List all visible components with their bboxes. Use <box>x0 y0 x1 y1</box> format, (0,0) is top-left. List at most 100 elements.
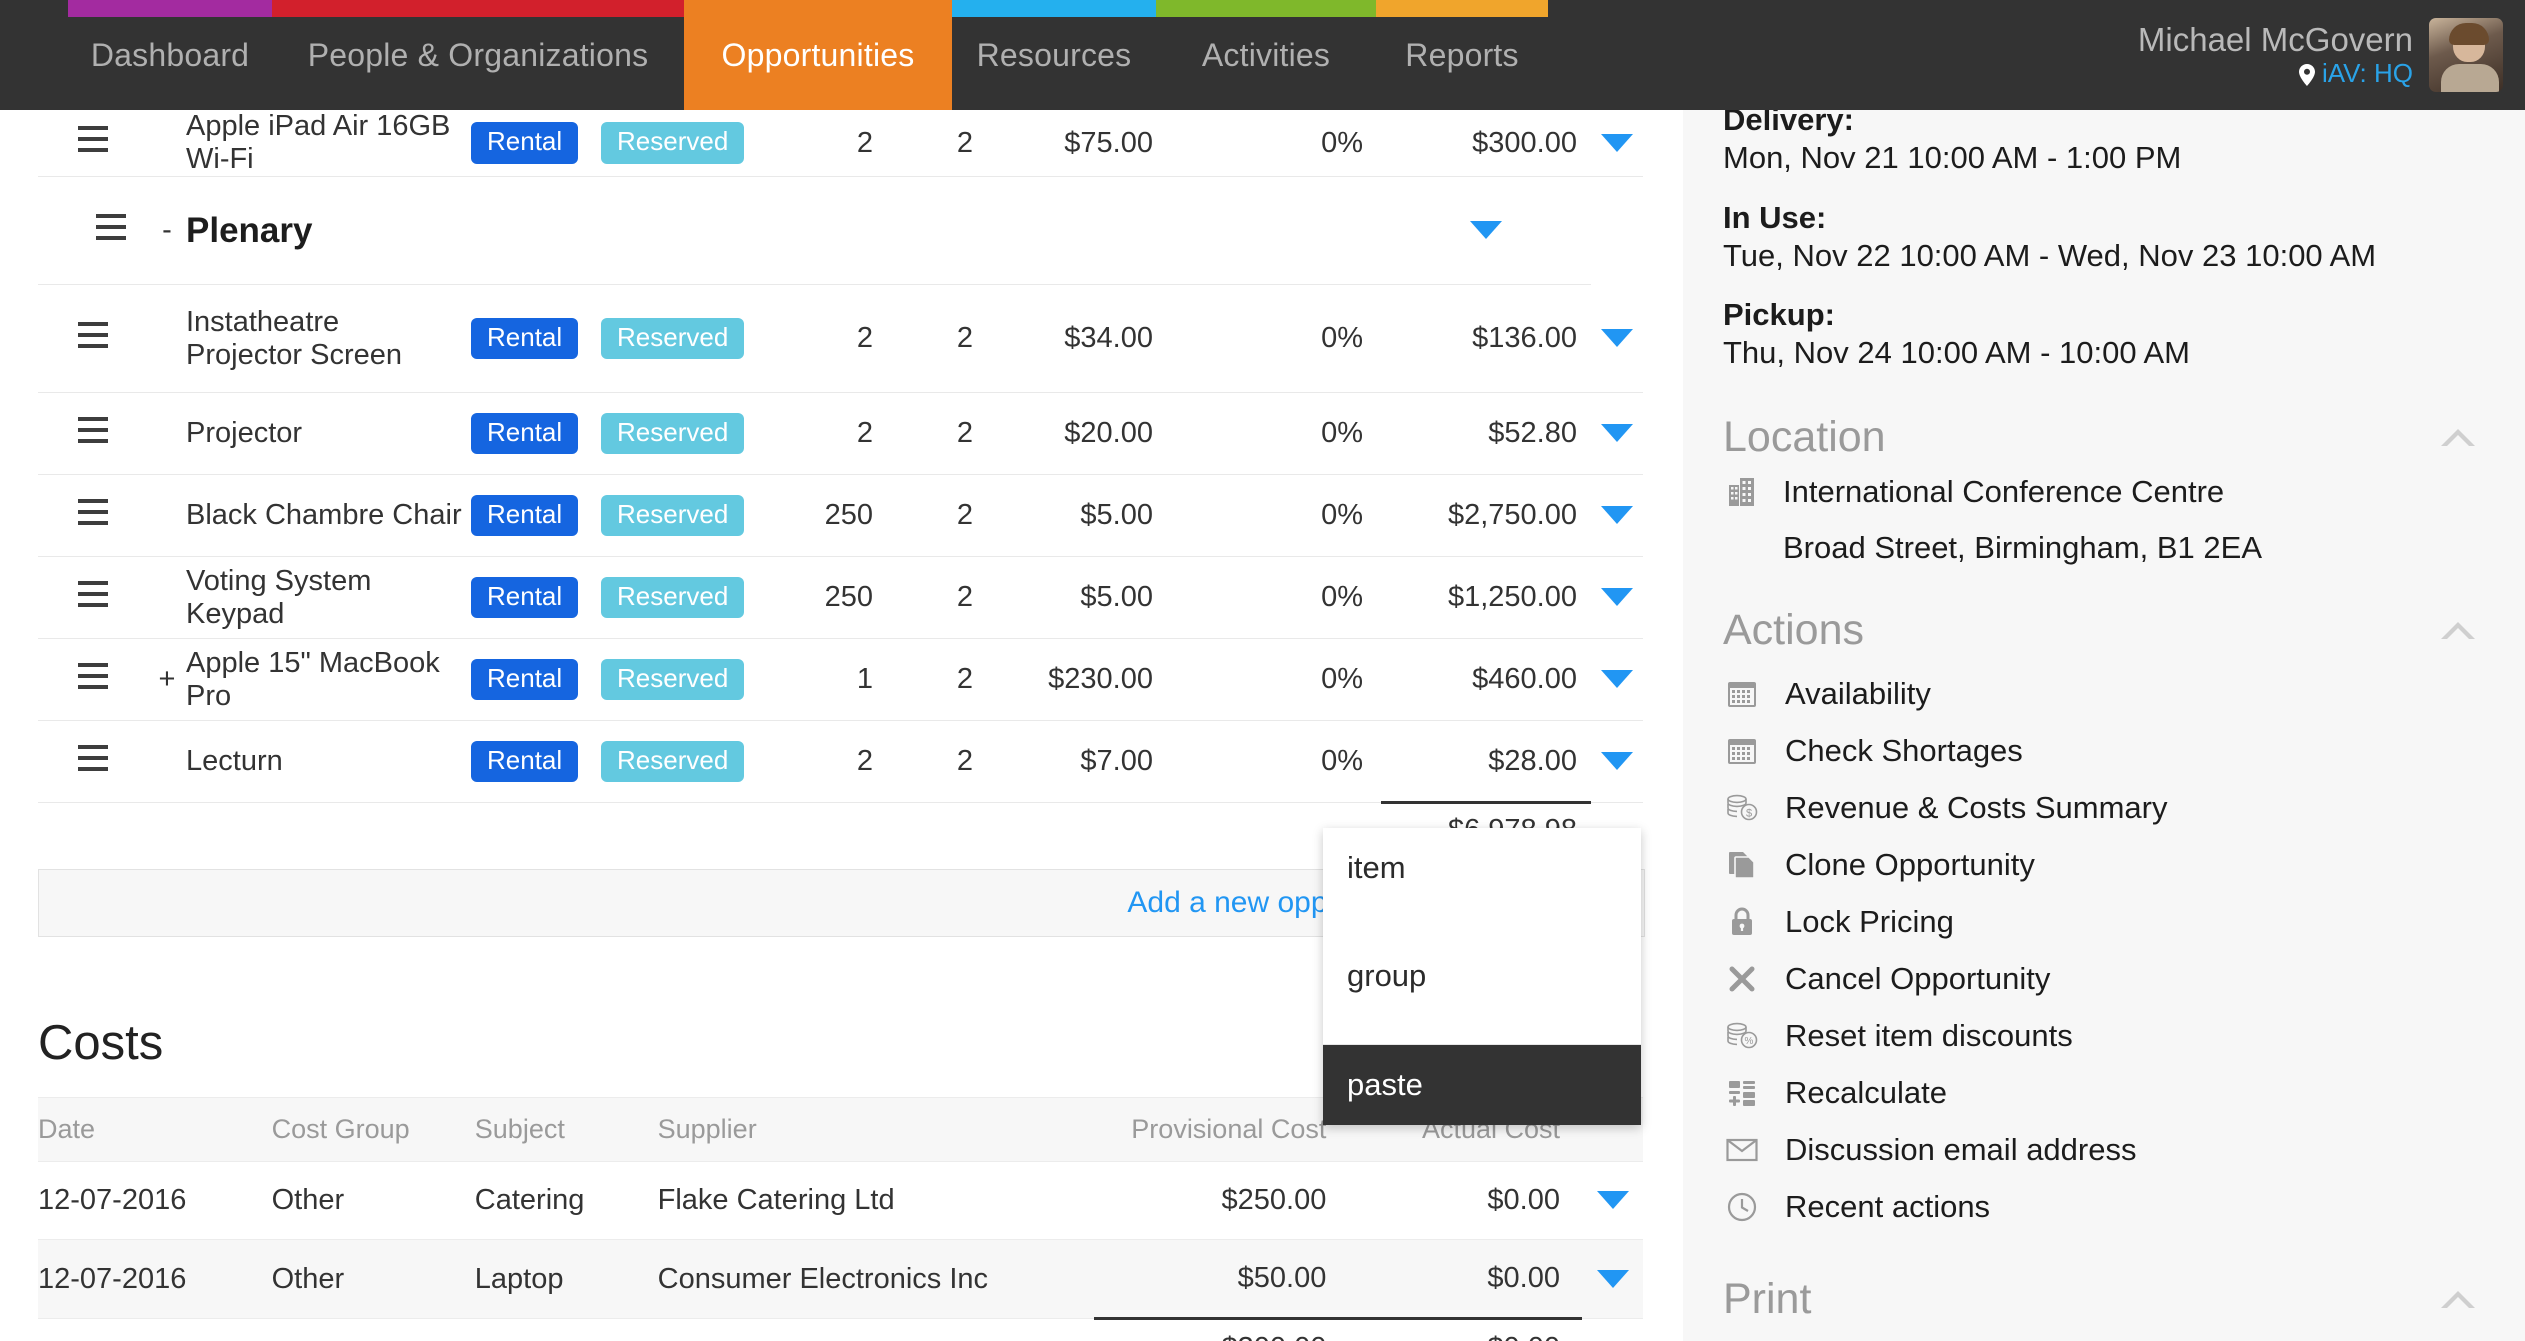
item-type-badge: Rental <box>471 317 579 360</box>
location-section-header[interactable]: Location <box>1723 413 2525 462</box>
action-item-cancel-opportunity[interactable]: Cancel Opportunity <box>1723 950 2525 1007</box>
row-menu-button[interactable] <box>1591 638 1643 721</box>
opportunity-item-row[interactable]: Voting System Keypad Rental Reserved 250 2 $5… <box>38 556 1643 639</box>
chevron-up-icon[interactable] <box>2441 1291 2475 1315</box>
item-name: Projector <box>186 392 471 475</box>
detail-sidebar: Delivery: Mon, Nov 21 10:00 AM - 1:00 PM I… <box>1683 110 2525 1341</box>
print-section-header[interactable]: Print <box>1723 1275 2525 1324</box>
row-menu-button[interactable] <box>1591 474 1643 557</box>
action-item-label: Reset item discounts <box>1785 1017 2073 1053</box>
nav-item-activities[interactable]: Activities <box>1156 0 1376 110</box>
avatar[interactable] <box>2429 18 2503 92</box>
opportunity-item-row[interactable]: Projector Rental Reserved 2 2 $20.00 0% $52.80 <box>38 392 1643 475</box>
user-menu[interactable]: Michael McGovern iAV: HQ <box>2138 0 2503 110</box>
dropdown-spacer <box>1323 1016 1641 1044</box>
row-drag-handle[interactable] <box>38 720 148 803</box>
action-item-recalculate[interactable]: Recalculate <box>1723 1064 2525 1121</box>
item-expand-toggle[interactable] <box>148 556 186 639</box>
nav-item-opportunities[interactable]: Opportunities <box>684 0 952 110</box>
action-item-check-shortages[interactable]: Check Shortages <box>1723 722 2525 779</box>
drag-handle-icon[interactable] <box>78 321 108 348</box>
chevron-down-icon <box>1601 133 1633 152</box>
action-item-recent-actions[interactable]: Recent actions <box>1723 1178 2525 1235</box>
dropdown-option-item[interactable]: item <box>1323 828 1641 908</box>
item-expand-toggle[interactable] <box>148 284 186 393</box>
action-item-lock-pricing[interactable]: Lock Pricing <box>1723 893 2525 950</box>
drag-handle-icon[interactable] <box>78 126 108 152</box>
drag-handle-icon[interactable] <box>78 416 108 443</box>
drag-handle-icon[interactable] <box>78 744 108 771</box>
opportunity-item-row[interactable]: Black Chambre Chair Rental Reserved 250 2 $5.… <box>38 474 1643 557</box>
row-menu-button[interactable] <box>1591 556 1643 639</box>
cost-row-menu-button[interactable] <box>1582 1161 1643 1240</box>
opportunity-item-row[interactable]: Instatheatre Projector Screen Rental Reser… <box>38 284 1643 393</box>
drag-handle-icon[interactable] <box>78 580 108 607</box>
row-drag-handle[interactable] <box>38 474 148 557</box>
action-item-reset-item-discounts[interactable]: % Reset item discounts <box>1723 1007 2525 1064</box>
row-drag-handle[interactable] <box>38 556 148 639</box>
chevron-down-icon <box>1601 506 1633 524</box>
opportunity-item-row[interactable]: Lecturn Rental Reserved 2 2 $7.00 0% $28.00 <box>38 720 1643 803</box>
row-drag-handle[interactable] <box>38 392 148 475</box>
item-status-badge: Reserved <box>601 317 745 360</box>
opportunity-item-row[interactable]: + Apple 15" MacBook Pro Rental Reserved 1 2 $2… <box>38 638 1643 721</box>
row-menu-button[interactable] <box>1591 110 1643 177</box>
drag-handle-icon[interactable] <box>78 498 108 525</box>
item-discount: 0% <box>1171 392 1381 475</box>
nav-item-label: Activities <box>1201 36 1331 73</box>
row-drag-handle[interactable] <box>38 284 148 393</box>
row-drag-handle[interactable] <box>38 638 148 721</box>
row-menu-button[interactable] <box>1591 392 1643 475</box>
item-status-badge-cell: Reserved <box>601 720 771 803</box>
action-item-clone-opportunity[interactable]: Clone Opportunity <box>1723 836 2525 893</box>
action-item-discussion-email-address[interactable]: Discussion email address <box>1723 1121 2525 1178</box>
opportunity-group-row[interactable]: - Plenary <box>38 176 1643 285</box>
user-location[interactable]: iAV: HQ <box>2138 58 2413 89</box>
item-expand-toggle[interactable] <box>148 110 186 177</box>
group-toggle[interactable]: - <box>148 176 186 285</box>
row-drag-handle[interactable] <box>38 110 148 177</box>
row-menu-button[interactable] <box>1591 720 1643 803</box>
nav-item-resources[interactable]: Resources <box>952 0 1156 110</box>
item-expand-toggle[interactable] <box>148 392 186 475</box>
nav-item-reports[interactable]: Reports <box>1376 0 1548 110</box>
item-quantity: 2 <box>771 720 891 803</box>
item-status-badge-cell: Reserved <box>601 284 771 393</box>
calculator-icon <box>1723 1074 1761 1112</box>
actions-section-header[interactable]: Actions <box>1723 606 2525 655</box>
item-expand-toggle[interactable] <box>148 474 186 557</box>
action-item-revenue-costs-summary[interactable]: $ Revenue & Costs Summary <box>1723 779 2525 836</box>
item-type-badge-cell: Rental <box>471 556 601 639</box>
row-menu-button[interactable] <box>1381 176 1591 285</box>
item-unit-price: $75.00 <box>991 110 1171 177</box>
schedule-label: In Use: <box>1723 199 1827 235</box>
dropdown-option-group[interactable]: group <box>1323 936 1641 1016</box>
action-item-label: Cancel Opportunity <box>1785 960 2051 996</box>
nav-item-dashboard[interactable]: Dashboard <box>68 0 272 110</box>
item-unit-price: $230.00 <box>991 638 1171 721</box>
cost-row[interactable]: 12-07-2016 Other Catering Flake Catering Lt… <box>38 1161 1643 1240</box>
row-drag-handle[interactable] <box>38 176 148 285</box>
cost-actual: $0.00 <box>1348 1239 1582 1319</box>
dropdown-option-paste[interactable]: paste <box>1323 1045 1641 1125</box>
schedule-label: Pickup: <box>1723 297 1835 333</box>
item-status-badge: Reserved <box>601 658 745 701</box>
item-expand-toggle[interactable]: + <box>148 638 186 721</box>
action-item-availability[interactable]: Availability <box>1723 665 2525 722</box>
drag-handle-icon[interactable] <box>96 213 126 240</box>
coins-percent-icon: % <box>1723 1017 1761 1055</box>
cost-group: Other <box>271 1161 475 1240</box>
row-menu-button[interactable] <box>1591 284 1643 393</box>
cost-row[interactable]: 12-07-2016 Other Laptop Consumer Electronic… <box>38 1239 1643 1319</box>
cost-subject: Laptop <box>474 1239 658 1319</box>
chevron-up-icon[interactable] <box>2441 429 2475 453</box>
add-item-dropdown-menu[interactable]: item group paste <box>1323 828 1641 1125</box>
drag-handle-icon[interactable] <box>78 662 108 689</box>
opportunity-item-row[interactable]: Apple iPad Air 16GB Wi-Fi Rental Reserved 2… <box>38 110 1643 177</box>
chevron-up-icon[interactable] <box>2441 622 2475 646</box>
item-expand-toggle[interactable] <box>148 720 186 803</box>
item-total: $460.00 <box>1381 638 1591 721</box>
nav-item-label: Opportunities <box>721 36 915 73</box>
cost-row-menu-button[interactable] <box>1582 1239 1643 1319</box>
nav-item-people-organizations[interactable]: People & Organizations <box>272 0 684 110</box>
